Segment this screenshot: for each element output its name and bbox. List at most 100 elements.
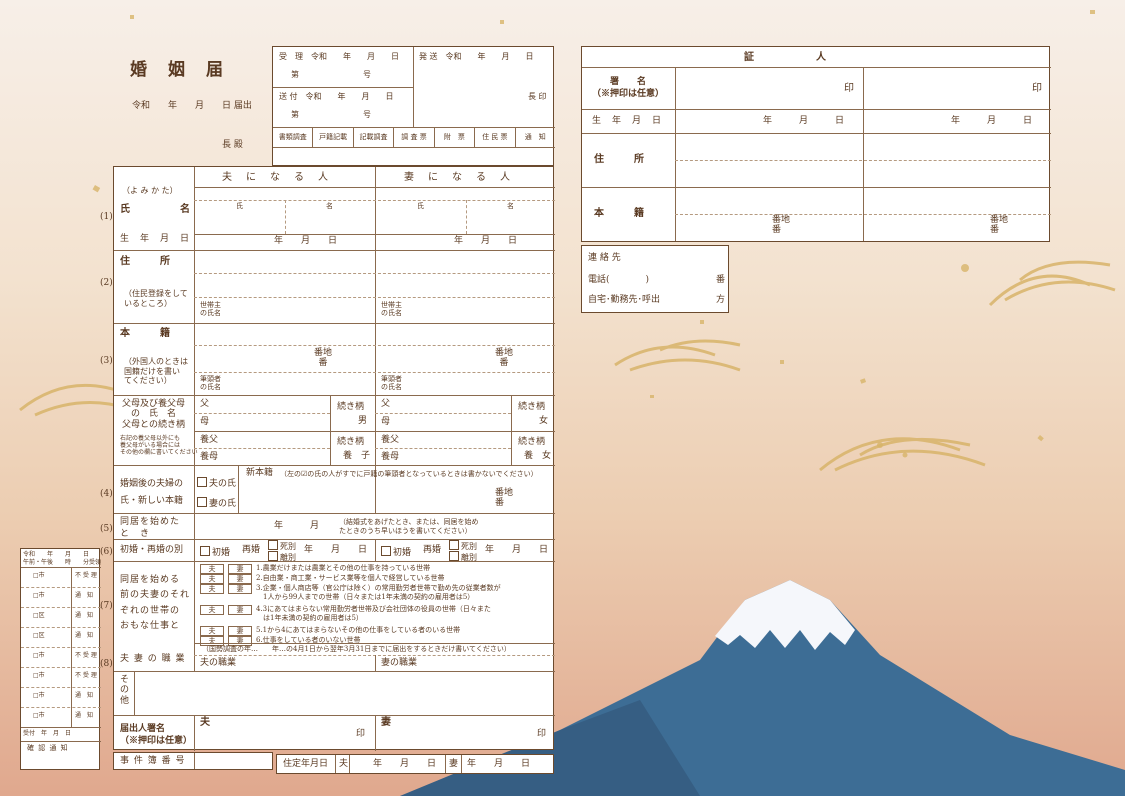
slip-divider [21,587,101,588]
honseki-note: （外国人のときは 国籍だけを書い てください） [124,357,188,386]
witness-address-label: 住 所 [594,154,644,165]
slip-label: □市 [33,712,45,719]
wife-onna: 女 [539,416,549,426]
witness1-seal: 印 [844,83,854,94]
contact-box: 連 絡 先 電話( ) 番 自宅･勤務先･呼出 方 [581,245,729,313]
wife-youjo: 養 女 [524,451,552,461]
contact-phone: 電話( ) [588,275,650,285]
wife-shi-sub: 氏 [417,202,424,210]
check-cell-6: 通 知 [514,127,555,147]
row5-label: 同居を始めた と き [120,517,181,539]
witness2-birthdate: 年 月 日 [951,116,1033,126]
slip-side: 不 受 理 [75,572,97,579]
processing-checks: 書類調査 戸籍記載 記載調査調 査 票附 票住 民 票通 知 [273,127,555,147]
check-cell-1: 戸籍記載 [312,127,352,147]
husband-adoptive-mother: 養母 [200,452,219,462]
wife-shokon[interactable]: 初婚 [381,546,411,558]
address-note: （住民登録をして いるところ） [124,289,188,308]
dokyo-date: 年 月 [274,521,320,531]
witness1-banchi: 番地 番 [772,215,791,235]
wife-mother: 母 [381,417,391,427]
souhu-date: 送 付 令和 年 月 日 [279,92,394,101]
husband-youshi: 養 子 [343,451,371,461]
form-title: 婚 姻 届 [130,60,225,80]
row-number: (3) [100,356,113,366]
wife-saikon-date: 年 月 日 [485,545,549,555]
slip-label: □市 [33,572,45,579]
contact-label: 連 絡 先 [588,253,621,263]
husband-saikon-date: 年 月 日 [304,545,368,555]
wife-job-box[interactable]: 妻 [228,584,252,594]
slip-label: □区 [33,632,45,639]
husband-job-box[interactable]: 夫 [200,605,224,615]
wife-adoptive-father: 養父 [381,435,400,445]
wife-shibetsu[interactable]: 死別 [449,540,477,551]
slip-divider [21,707,101,708]
slip-divider [21,687,101,688]
husband-job-box[interactable]: 夫 [200,626,224,636]
husband-householder: 世帯主 の氏名 [200,301,221,318]
witness-honseki-label: 本 籍 [594,208,644,219]
witness2-banchi: 番地 番 [990,215,1009,235]
juri-date: 受 理 令和 年 月 日 [279,52,399,61]
husband-job-box[interactable]: 夫 [200,574,224,584]
juutei-husband-date: 年 月 日 [373,759,437,769]
check-cell-4: 附 票 [433,127,474,147]
contact-kata: 方 [716,295,726,305]
tsuma-no-uji-option[interactable]: 妻の氏 [197,497,236,509]
slip-bottom: 受付 [23,730,36,737]
wife-banchi: 番地 番 [495,348,514,368]
wife-hittousha: 筆頭者 の氏名 [381,375,402,392]
row-number: (4) [100,489,113,499]
husband-otoko: 男 [358,416,368,426]
row5-note: （結婚式をあげたとき、または、同居を始め たときのうち早いほうを書いてください） [339,518,479,536]
row-number: (5) [100,524,113,534]
side-slip: 令和 年 月 日 午前・午後 時 分受領 □市不 受 理 □市通 知 □区通 知 □区… [20,548,102,770]
submission-date: 令和 年 月 日 届出 [132,101,252,111]
husband-job-box[interactable]: 夫 [200,584,224,594]
honseki-label: 本 籍 [120,328,170,339]
row-number: (1) [100,212,113,222]
husband-job-box[interactable]: 夫 [200,564,224,574]
slip-received: 令和 年 月 日 午前・午後 時 分受領 [23,551,102,566]
wife-job-box[interactable]: 妻 [228,564,252,574]
wife-zokugara-adopt: 続き柄 [518,437,546,447]
todokede-label: 届出人署名 （※押印は任意） [120,724,193,747]
wife-seal: 印 [537,729,547,739]
husband-shokon[interactable]: 初婚 [200,546,230,558]
juutei-wife-date: 年 月 日 [467,759,531,769]
wife-zokugara: 続き柄 [518,402,546,412]
juutei-husband: 夫 [339,759,349,769]
parents-label: 父母及び養父母 の 氏 名 父母との続き柄 [122,399,186,430]
wife-job-box[interactable]: 妻 [228,626,252,636]
husband-father: 父 [200,399,210,409]
otto-shokugyo-label: 夫の職業 [200,658,237,668]
check-cell-2: 記載調査 [352,127,393,147]
row-number: (2) [100,278,113,288]
otto-no-uji-option[interactable]: 夫の氏 [197,477,236,489]
souhu-number: 第 号 [291,110,371,119]
check-cell-5: 住 民 票 [474,127,514,147]
job-row: 夫妻 2.自由業・商工業・サービス業等を個人で経営している世帯 [198,574,552,584]
wife-saikon: 再婚 [423,545,442,555]
official-use-box: 受 理 令和 年 月 日 第 号 発 送 令和 年 月 日 送 付 令和 年 月… [272,46,555,166]
slip-divider [21,607,101,608]
job-row: 夫妻 4.3にあてはまらない常用勤労者世帯及び会社団体の役員の世帯（日々また は1… [198,605,552,622]
wife-job-box[interactable]: 妻 [228,574,252,584]
husband-birthdate: 年 月 日 [274,236,338,246]
husband-mother: 母 [200,417,210,427]
wife-householder: 世帯主 の氏名 [381,301,402,318]
address-label: 住 所 [120,256,170,267]
sonota-label: そ の 他 [120,675,130,706]
wife-job-box[interactable]: 妻 [228,605,252,615]
jiken-box: 事 件 簿 番 号 [113,752,273,770]
shi-label: 氏 [120,204,130,215]
shinhonseki-note: （左の☑の氏の人がすでに戸籍の筆頭者となっているときは書かないでください） [280,470,538,478]
husband-shibetsu[interactable]: 死別 [268,540,296,551]
check-cell-0: 書類調査 [278,133,307,141]
husband-seal: 印 [356,729,366,739]
slip-divider [21,667,101,668]
hassou-date: 発 送 令和 年 月 日 [419,52,534,61]
husband-shi-sub: 氏 [236,202,243,210]
job-text: 5.1から4にあてはまらないその他の仕事をしている者のいる世帯 [256,626,461,634]
